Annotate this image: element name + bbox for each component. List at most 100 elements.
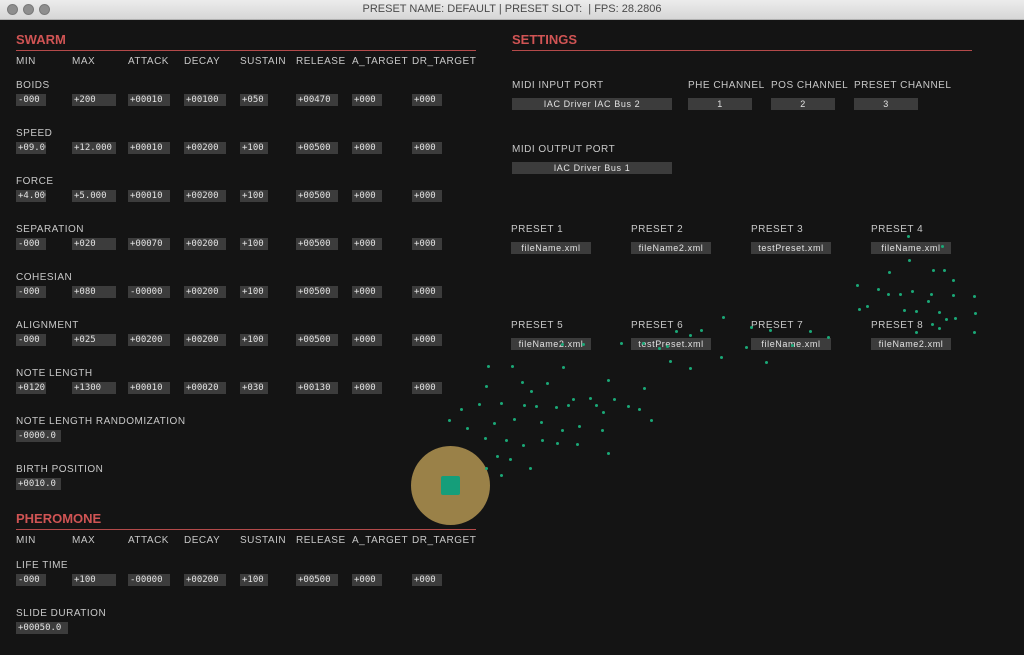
boid-dot [675,330,678,333]
force-min-field[interactable]: +4.000 [16,190,46,202]
note-length-decay-field[interactable]: +00020 [184,382,226,394]
life-time-sustain-field[interactable]: +100 [240,574,268,586]
column-header-a-target: A_TARGET [352,535,409,546]
force-decay-field[interactable]: +00200 [184,190,226,202]
boids-max-field[interactable]: +200 [72,94,116,106]
separation-attack-field[interactable]: +00070 [128,238,170,250]
alignment-decay-field[interactable]: +00200 [184,334,226,346]
boids-min-field[interactable]: -000 [16,94,46,106]
preset-channel-field[interactable]: 3 [854,98,918,110]
preset-5-file-field[interactable]: fileName2.xml [511,338,591,350]
alignment-min-field[interactable]: -000 [16,334,46,346]
speed-sustain-field[interactable]: +100 [240,142,268,154]
boids-a-target-field[interactable]: +000 [352,94,382,106]
force-max-field[interactable]: +5.000 [72,190,116,202]
cohesian-max-field[interactable]: +080 [72,286,116,298]
life-time-release-field[interactable]: +00500 [296,574,338,586]
force-attack-field[interactable]: +00010 [128,190,170,202]
alignment-a-target-field[interactable]: +000 [352,334,382,346]
boid-dot [521,381,524,384]
midi-input-port-dropdown[interactable]: IAC Driver IAC Bus 2 [512,98,672,110]
boid-dot [903,309,906,312]
preset-4-file-field[interactable]: fileName.xml [871,242,951,254]
phe-channel-field[interactable]: 1 [688,98,752,110]
boid-dot [689,367,692,370]
boids-decay-field[interactable]: +00100 [184,94,226,106]
preset-3-file-field[interactable]: testPreset.xml [751,242,831,254]
note-length-max-field[interactable]: +1300 [72,382,116,394]
separation-decay-field[interactable]: +00200 [184,238,226,250]
speed-dr-target-field[interactable]: +000 [412,142,442,154]
pheromone-header: PHEROMONE [16,511,102,526]
speed-max-field[interactable]: +12.000 [72,142,116,154]
alignment-attack-field[interactable]: +00200 [128,334,170,346]
separation-a-target-field[interactable]: +000 [352,238,382,250]
life-time-attack-field[interactable]: -00000 [128,574,170,586]
force-dr-target-field[interactable]: +000 [412,190,442,202]
speed-decay-field[interactable]: +00200 [184,142,226,154]
preset-8-file-field[interactable]: fileName2.xml [871,338,951,350]
force-release-field[interactable]: +00500 [296,190,338,202]
birth-position-field[interactable]: +0010.0 [16,478,61,490]
boids-attack-field[interactable]: +00010 [128,94,170,106]
preset-1-file-field[interactable]: fileName.xml [511,242,591,254]
separation-release-field[interactable]: +00500 [296,238,338,250]
life-time-min-field[interactable]: -000 [16,574,46,586]
cohesian-min-field[interactable]: -000 [16,286,46,298]
separation-dr-target-field[interactable]: +000 [412,238,442,250]
boid-dot [931,323,934,326]
alignment-sustain-field[interactable]: +100 [240,334,268,346]
speed-release-field[interactable]: +00500 [296,142,338,154]
separation-sustain-field[interactable]: +100 [240,238,268,250]
alignment-dr-target-field[interactable]: +000 [412,334,442,346]
boid-dot [487,365,490,368]
cohesian-dr-target-field[interactable]: +000 [412,286,442,298]
note-length-dr-target-field[interactable]: +000 [412,382,442,394]
attractor-handle[interactable] [441,476,460,495]
note-length-label: NOTE LENGTH [16,368,93,379]
life-time-a-target-field[interactable]: +000 [352,574,382,586]
speed-a-target-field[interactable]: +000 [352,142,382,154]
force-sustain-field[interactable]: +100 [240,190,268,202]
note-length-sustain-field[interactable]: +030 [240,382,268,394]
preset-2-file-field[interactable]: fileName2.xml [631,242,711,254]
life-time-dr-target-field[interactable]: +000 [412,574,442,586]
boids-release-field[interactable]: +00470 [296,94,338,106]
boid-dot [943,269,946,272]
boid-dot [607,379,610,382]
cohesian-a-target-field[interactable]: +000 [352,286,382,298]
note-length-attack-field[interactable]: +00010 [128,382,170,394]
cohesian-decay-field[interactable]: +00200 [184,286,226,298]
boid-dot [561,343,564,346]
note-length-a-target-field[interactable]: +000 [352,382,382,394]
preset-7-label: PRESET 7 [751,320,804,331]
boid-dot [541,439,544,442]
note-length-min-field[interactable]: +0120 [16,382,46,394]
alignment-max-field[interactable]: +025 [72,334,116,346]
speed-attack-field[interactable]: +00010 [128,142,170,154]
boid-dot [911,290,914,293]
pos-channel-field[interactable]: 2 [771,98,835,110]
cohesian-sustain-field[interactable]: +100 [240,286,268,298]
preset-5-label: PRESET 5 [511,320,564,331]
midi-output-port-dropdown[interactable]: IAC Driver Bus 1 [512,162,672,174]
column-header-sustain: SUSTAIN [240,535,287,546]
speed-min-field[interactable]: +09.000 [16,142,46,154]
boid-dot [576,443,579,446]
slide-duration-field[interactable]: +00050.0 [16,622,68,634]
force-a-target-field[interactable]: +000 [352,190,382,202]
separation-min-field[interactable]: -000 [16,238,46,250]
alignment-release-field[interactable]: +00500 [296,334,338,346]
cohesian-attack-field[interactable]: -00000 [128,286,170,298]
column-header-a-target: A_TARGET [352,56,409,67]
cohesian-release-field[interactable]: +00500 [296,286,338,298]
note-length-release-field[interactable]: +00130 [296,382,338,394]
boids-dr-target-field[interactable]: +000 [412,94,442,106]
life-time-max-field[interactable]: +100 [72,574,116,586]
boid-dot [915,310,918,313]
life-time-decay-field[interactable]: +00200 [184,574,226,586]
boid-dot [484,437,487,440]
separation-max-field[interactable]: +020 [72,238,116,250]
note-length-randomization-field[interactable]: -0000.0 [16,430,61,442]
boids-sustain-field[interactable]: +050 [240,94,268,106]
